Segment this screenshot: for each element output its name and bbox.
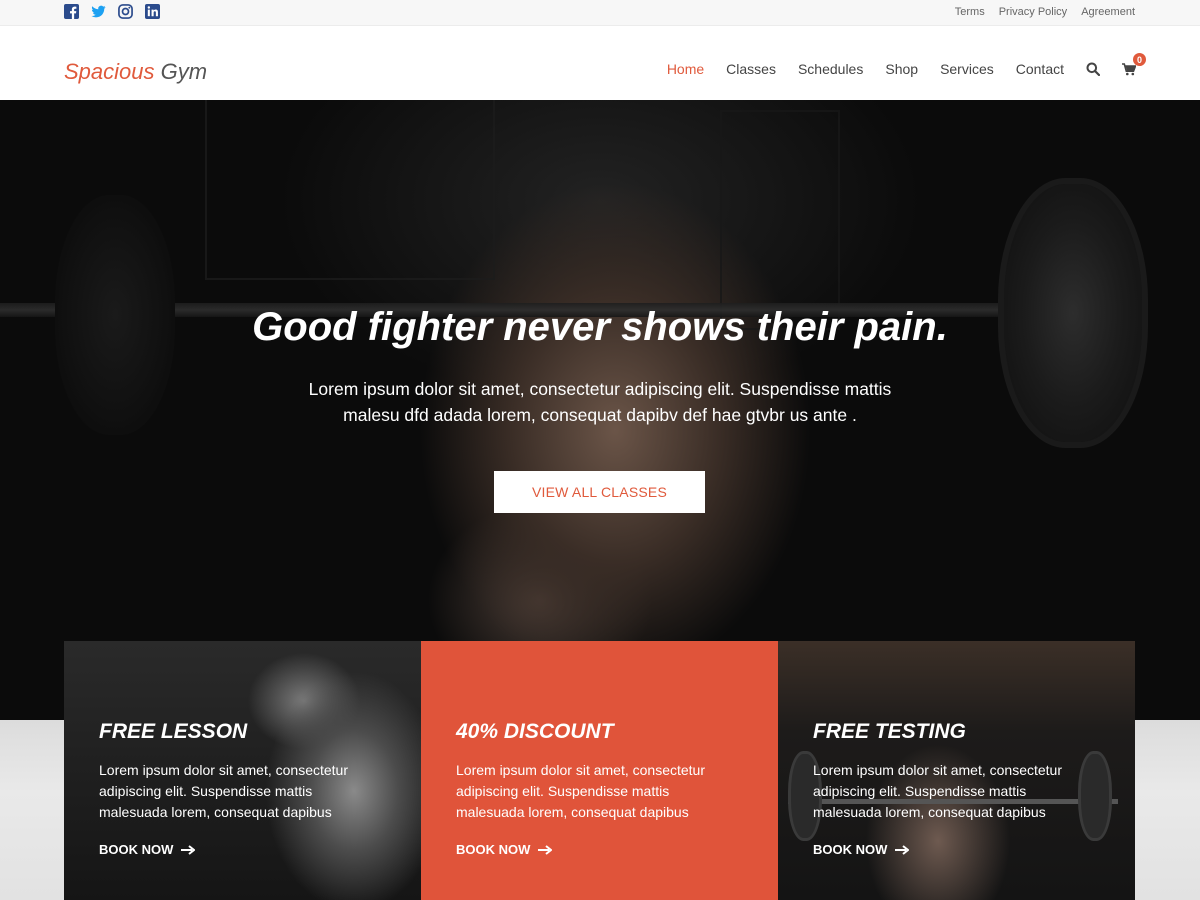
- cart-icon[interactable]: 0: [1122, 53, 1146, 76]
- hero-background-rack-2: [720, 110, 840, 330]
- top-links: Terms Privacy Policy Agreement: [955, 6, 1135, 18]
- terms-link[interactable]: Terms: [955, 6, 985, 18]
- privacy-policy-link[interactable]: Privacy Policy: [999, 6, 1067, 18]
- book-now-label: BOOK NOW: [99, 842, 174, 857]
- agreement-link[interactable]: Agreement: [1081, 6, 1135, 18]
- nav-item-home[interactable]: Home: [667, 61, 704, 77]
- card-text: Lorem ipsum dolor sit amet, consectetur …: [813, 762, 1062, 820]
- card-title: FREE TESTING: [813, 720, 966, 743]
- card-title: 40% DISCOUNT: [456, 720, 614, 743]
- book-now-link[interactable]: BOOK NOW: [456, 842, 553, 857]
- book-now-link[interactable]: BOOK NOW: [813, 842, 910, 857]
- card-text: Lorem ipsum dolor sit amet, consectetur …: [99, 762, 348, 820]
- linkedin-icon[interactable]: [145, 4, 160, 19]
- logo-text-secondary: Gym: [160, 59, 208, 84]
- book-now-label: BOOK NOW: [813, 842, 888, 857]
- site-logo[interactable]: Spacious Gym: [64, 59, 207, 85]
- hero-banner: Good fighter never shows their pain. Lor…: [0, 100, 1200, 720]
- hero-text: Lorem ipsum dolor sit amet, consectetur …: [308, 379, 892, 425]
- book-now-link[interactable]: BOOK NOW: [99, 842, 196, 857]
- nav-item-contact[interactable]: Contact: [1016, 61, 1064, 77]
- twitter-icon[interactable]: [91, 4, 106, 19]
- facebook-icon[interactable]: [64, 4, 79, 19]
- view-all-classes-button[interactable]: VIEW ALL CLASSES: [494, 471, 705, 513]
- card-free-testing: FREE TESTING Lorem ipsum dolor sit amet,…: [778, 641, 1135, 900]
- main-nav: Home Classes Schedules Shop Services Con…: [645, 53, 1146, 77]
- nav-item-classes[interactable]: Classes: [726, 61, 776, 77]
- card-discount: 40% DISCOUNT Lorem ipsum dolor sit amet,…: [421, 641, 778, 900]
- site-header: Spacious Gym Home Classes Schedules Shop…: [0, 27, 1200, 100]
- card-text: Lorem ipsum dolor sit amet, consectetur …: [456, 762, 705, 820]
- instagram-icon[interactable]: [118, 4, 133, 19]
- book-now-label: BOOK NOW: [456, 842, 531, 857]
- nav-item-services[interactable]: Services: [940, 61, 994, 77]
- feature-cards: FREE LESSON Lorem ipsum dolor sit amet, …: [64, 641, 1135, 900]
- arrow-right-icon: [538, 844, 553, 855]
- nav-item-shop[interactable]: Shop: [885, 61, 918, 77]
- card-title: FREE LESSON: [99, 720, 248, 743]
- search-icon[interactable]: [1086, 62, 1100, 76]
- nav-item-schedules[interactable]: Schedules: [798, 61, 863, 77]
- top-bar: Terms Privacy Policy Agreement: [0, 0, 1200, 26]
- arrow-right-icon: [895, 844, 910, 855]
- card-free-lesson: FREE LESSON Lorem ipsum dolor sit amet, …: [64, 641, 421, 900]
- social-links: [64, 4, 160, 19]
- logo-text-primary: Spacious: [64, 59, 155, 84]
- cart-count-badge: 0: [1133, 53, 1146, 66]
- arrow-right-icon: [181, 844, 196, 855]
- hero-title: Good fighter never shows their pain.: [252, 305, 948, 349]
- hero-background-rack: [205, 100, 495, 280]
